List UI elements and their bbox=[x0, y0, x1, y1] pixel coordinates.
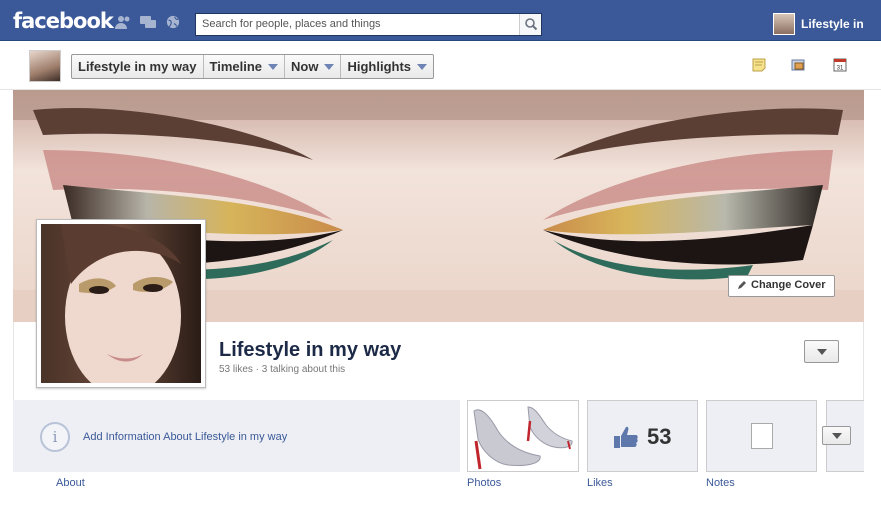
chevron-down-icon bbox=[324, 63, 335, 70]
top-bar: facebook Search for people, places and t… bbox=[0, 0, 881, 41]
photos-thumbnail bbox=[468, 401, 578, 471]
about-box[interactable]: i Add Information About Lifestyle in my … bbox=[13, 400, 460, 472]
more-apps-dropdown[interactable] bbox=[822, 426, 851, 445]
info-icon: i bbox=[40, 422, 70, 452]
profile-picture[interactable] bbox=[36, 219, 206, 388]
add-information-link[interactable]: Add Information About Lifestyle in my wa… bbox=[83, 431, 287, 443]
facebook-page-window: facebook Search for people, places and t… bbox=[0, 0, 881, 509]
pencil-icon bbox=[738, 281, 746, 289]
crumb-page[interactable]: Lifestyle in my way bbox=[72, 55, 204, 78]
profile-image bbox=[41, 224, 201, 383]
like-thumb-icon bbox=[614, 426, 638, 448]
search-button[interactable] bbox=[519, 14, 541, 35]
search-icon bbox=[525, 18, 538, 31]
photos-tile[interactable] bbox=[467, 400, 579, 472]
chevron-down-icon bbox=[817, 349, 827, 355]
page-title: Lifestyle in my way bbox=[219, 339, 402, 361]
note-icon[interactable] bbox=[752, 58, 766, 72]
messages-icon[interactable] bbox=[140, 15, 156, 29]
timeline-nav: Lifestyle in my way Timeline Now Highlig… bbox=[0, 42, 881, 90]
page-stats: 53 likes · 3 talking about this bbox=[219, 364, 346, 375]
photos-label[interactable]: Photos bbox=[467, 477, 501, 489]
calendar-icon[interactable]: 31 bbox=[833, 58, 847, 72]
notes-label[interactable]: Notes bbox=[706, 477, 735, 489]
user-name: Lifestyle in bbox=[801, 17, 864, 31]
notifications-globe-icon[interactable] bbox=[165, 15, 181, 29]
svg-text:31: 31 bbox=[837, 66, 844, 72]
avatar bbox=[773, 13, 795, 35]
chevron-down-icon bbox=[268, 63, 279, 70]
notes-tile[interactable] bbox=[706, 400, 817, 472]
photo-album-icon[interactable] bbox=[791, 58, 805, 72]
breadcrumb: Lifestyle in my way Timeline Now Highlig… bbox=[71, 54, 435, 79]
page-options-dropdown[interactable] bbox=[804, 340, 839, 363]
facebook-logo[interactable]: facebook bbox=[13, 9, 114, 33]
change-cover-label: Change Cover bbox=[751, 279, 826, 291]
change-cover-button[interactable]: Change Cover bbox=[728, 275, 835, 297]
likes-count: 53 bbox=[647, 424, 672, 449]
crumb-highlights[interactable]: Highlights bbox=[341, 55, 433, 78]
page-thumbnail[interactable] bbox=[29, 50, 61, 82]
search-placeholder: Search for people, places and things bbox=[202, 18, 381, 30]
likes-label[interactable]: Likes bbox=[587, 477, 613, 489]
about-label[interactable]: About bbox=[56, 477, 85, 489]
search-input[interactable]: Search for people, places and things bbox=[195, 13, 542, 36]
chevron-down-icon bbox=[832, 433, 842, 439]
note-page-icon bbox=[751, 423, 773, 449]
likes-tile[interactable]: 53 bbox=[587, 400, 698, 472]
crumb-now[interactable]: Now bbox=[285, 55, 342, 78]
friend-requests-icon[interactable] bbox=[115, 15, 131, 29]
crumb-timeline[interactable]: Timeline bbox=[204, 55, 286, 78]
chevron-down-icon bbox=[417, 63, 428, 70]
